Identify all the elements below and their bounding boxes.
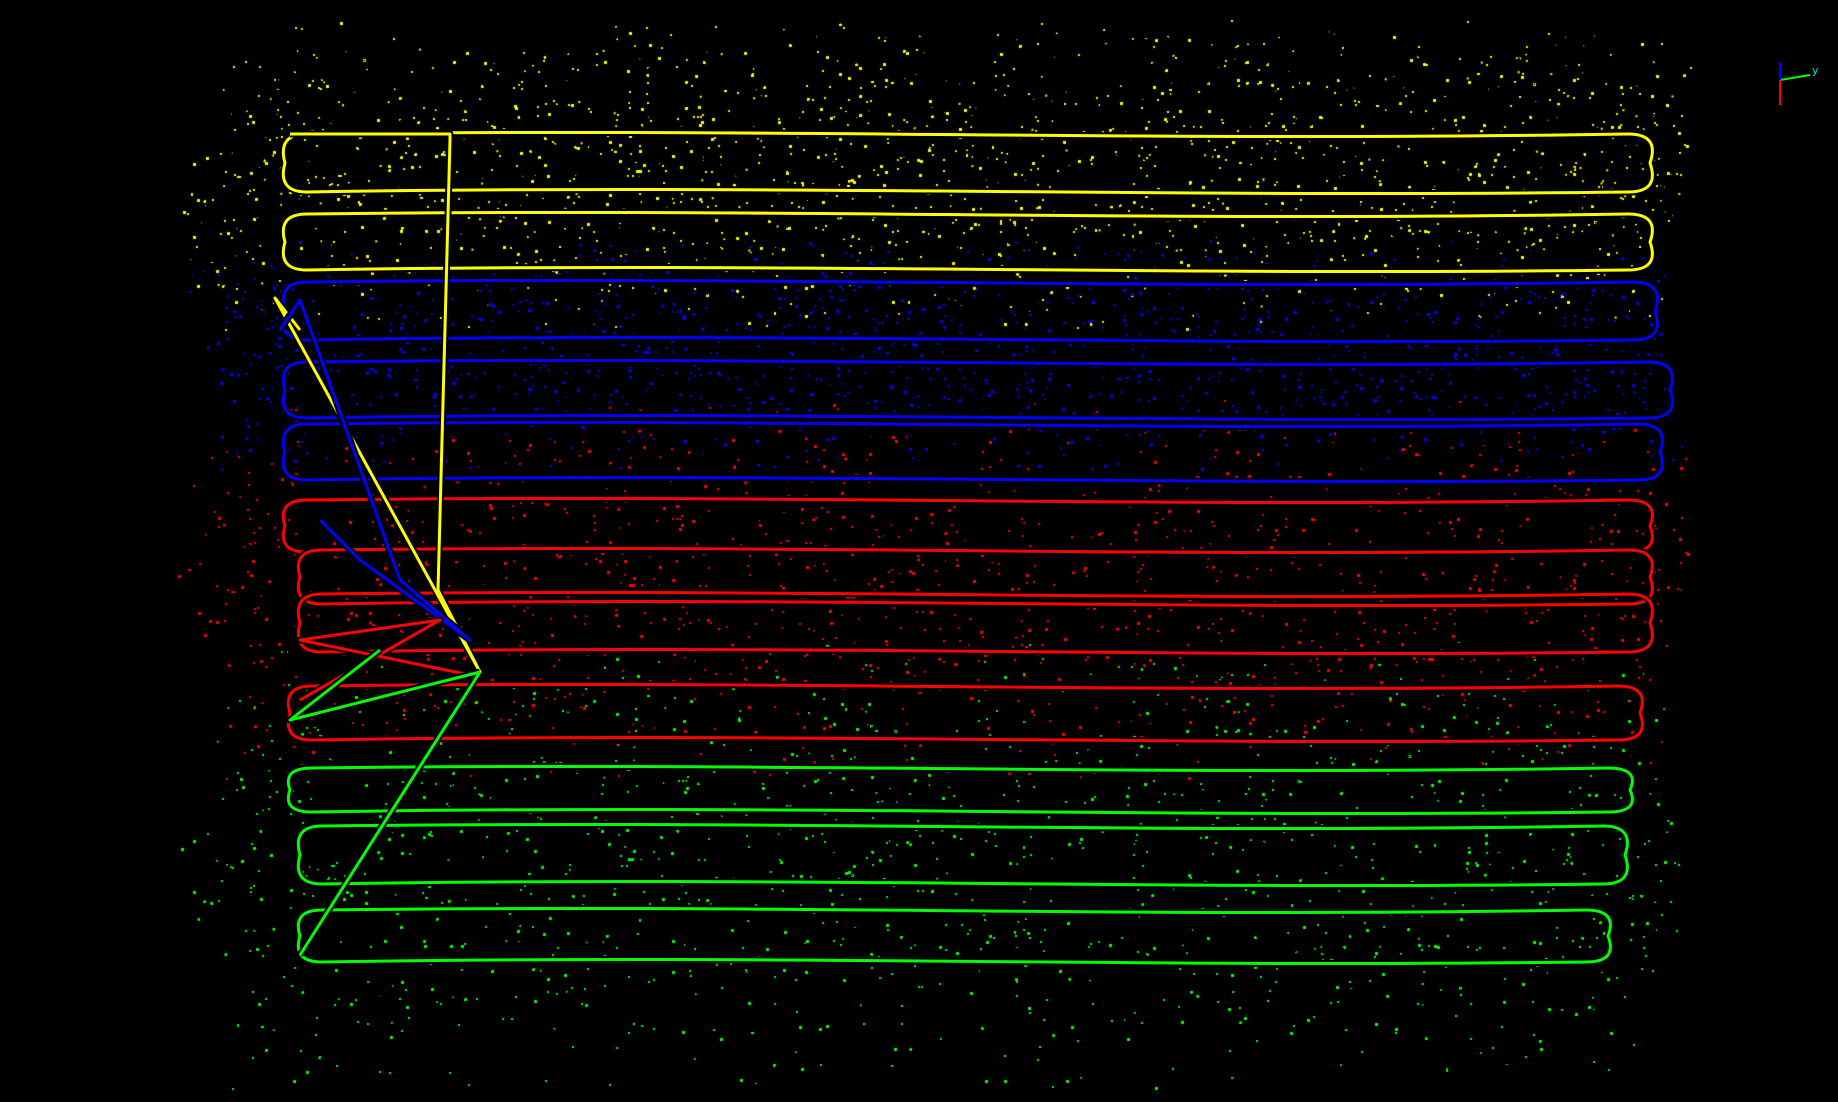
- scan-trajectories: [271, 128, 1676, 968]
- axis-gizmo[interactable]: y: [1770, 60, 1830, 120]
- trajectory-loop-5-outline: [279, 418, 1666, 486]
- trajectory-loop-4-outline: [279, 356, 1676, 424]
- axis-y-label: y: [1812, 64, 1819, 77]
- point-cloud-viewport[interactable]: y: [0, 0, 1838, 1102]
- trajectory-loop-2-outline: [279, 208, 1656, 276]
- trajectory-loop-5: [281, 420, 1664, 484]
- trajectory-overlay: [271, 128, 1676, 968]
- trajectory-loop-3-outline: [279, 276, 1661, 346]
- trajectory-loop-4: [281, 358, 1674, 422]
- trajectory-loop-11-outline: [294, 820, 1631, 890]
- trajectory-loop-11: [296, 822, 1629, 888]
- trajectory-loop-9-outline: [284, 680, 1646, 746]
- trajectory-loop-3: [281, 278, 1659, 344]
- trajectory-loop-2: [281, 210, 1654, 274]
- axis-y-line: [1779, 74, 1811, 81]
- trajectory-loop-1: [281, 130, 1654, 196]
- trajectory-loop-12: [296, 906, 1612, 966]
- trajectory-loop-12-outline: [294, 904, 1614, 968]
- trajectory-loop-10-outline: [284, 762, 1636, 818]
- trajectory-loop-1-outline: [279, 128, 1656, 198]
- trajectory-loop-9: [286, 682, 1644, 744]
